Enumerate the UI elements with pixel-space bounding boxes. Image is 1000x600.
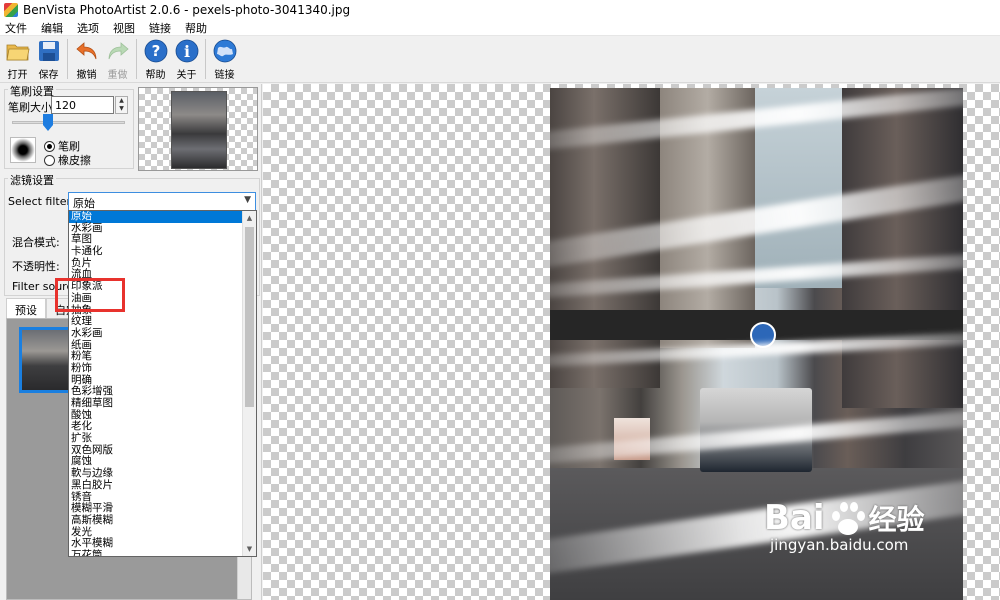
window-title: BenVista PhotoArtist 2.0.6 - pexels-phot…: [23, 3, 351, 17]
eraser-radio-label: 橡皮擦: [58, 154, 91, 167]
filter-option[interactable]: 负片: [69, 257, 256, 270]
app-logo-icon: [4, 3, 18, 17]
folder-open-icon: [6, 44, 29, 61]
filter-option[interactable]: 高斯模糊: [69, 514, 256, 527]
radio-checked-icon: [44, 140, 55, 152]
open-button[interactable]: 打开: [2, 37, 33, 81]
brush-settings-title: 笔刷设置: [8, 83, 56, 99]
help-label: 帮助: [145, 70, 166, 81]
open-label: 打开: [7, 70, 28, 81]
menu-view[interactable]: 视图: [112, 20, 136, 36]
filter-option[interactable]: 扩张: [69, 432, 256, 445]
radio-unchecked-icon: [44, 154, 55, 166]
brush-size-slider[interactable]: [12, 121, 125, 124]
filter-select-value: 原始: [73, 197, 95, 210]
menu-link[interactable]: 链接: [148, 20, 172, 36]
svg-text:i: i: [183, 42, 189, 61]
globe-link-icon: [213, 39, 236, 63]
filter-option[interactable]: 酸蚀: [69, 409, 256, 422]
link-button[interactable]: 链接: [209, 37, 240, 81]
menu-file[interactable]: 文件: [4, 20, 28, 36]
dropdown-scrollbar[interactable]: ▲ ▼: [242, 211, 256, 556]
filter-option[interactable]: 粉饰: [69, 362, 256, 375]
brush-size-label: 笔刷大小:: [8, 101, 56, 114]
spin-down-icon[interactable]: ▼: [116, 105, 127, 113]
svg-text:?: ?: [151, 42, 160, 60]
menu-edit[interactable]: 编辑: [40, 20, 64, 36]
filter-option[interactable]: 原始: [69, 211, 256, 223]
watermark-suffix: 经验: [868, 503, 925, 536]
save-disk-icon: [38, 41, 59, 61]
brush-size-spinner[interactable]: ▲ ▼: [115, 96, 128, 114]
filter-option[interactable]: 双色网版: [69, 444, 256, 457]
title-bar: BenVista PhotoArtist 2.0.6 - pexels-phot…: [0, 0, 1000, 20]
chevron-down-icon: ▼: [244, 195, 251, 205]
blend-mode-label: 混合模式:: [12, 236, 60, 249]
select-filter-label: Select filter:: [8, 195, 75, 208]
annotation-highlight-box: [55, 278, 125, 312]
filter-settings-title: 滤镜设置: [8, 172, 56, 188]
menu-options[interactable]: 选项: [76, 20, 100, 36]
preset-thumbnail[interactable]: [19, 327, 75, 393]
about-button[interactable]: i 关于: [171, 37, 202, 81]
undo-button[interactable]: 撤销: [71, 37, 102, 81]
scroll-down-icon[interactable]: ▼: [243, 542, 256, 556]
undo-label: 撤销: [76, 70, 97, 81]
scroll-up-icon[interactable]: ▲: [243, 211, 256, 225]
brush-preview: [10, 137, 36, 163]
dropdown-scrollbar-thumb[interactable]: [245, 227, 254, 407]
filter-option[interactable]: 卡通化: [69, 245, 256, 258]
toolbar-separator: [136, 39, 137, 79]
redo-button[interactable]: 重做: [102, 37, 133, 81]
redo-arrow-icon: [108, 42, 129, 60]
filter-option[interactable]: 万花筒: [69, 549, 256, 556]
toolbar-separator: [67, 39, 68, 79]
filter-select[interactable]: 原始 ▼: [68, 192, 256, 211]
menu-bar: 文件 编辑 选项 视图 链接 帮助: [0, 20, 1000, 36]
filter-option[interactable]: 粉笔: [69, 351, 256, 363]
brush-size-input[interactable]: [51, 96, 114, 114]
save-label: 保存: [38, 70, 59, 81]
redo-label: 重做: [107, 70, 128, 81]
link-label: 链接: [214, 70, 235, 81]
help-button[interactable]: ? 帮助: [140, 37, 171, 81]
opacity-label: 不透明性:: [12, 260, 60, 273]
filter-option[interactable]: 水彩画: [69, 222, 256, 235]
watermark-url: jingyan.baidu.com: [770, 536, 909, 554]
filter-option[interactable]: 精细草图: [69, 397, 256, 410]
eraser-radio[interactable]: 橡皮擦: [44, 152, 91, 168]
photo-building-right: [842, 88, 963, 408]
navigator-photo: [171, 91, 227, 169]
tab-presets[interactable]: 预设: [6, 298, 46, 318]
help-question-icon: ?: [144, 39, 167, 63]
info-icon: i: [175, 39, 198, 63]
watermark-brand: Bai: [764, 498, 825, 538]
toolbar: 打开 保存 撤销 重做 ? 帮助 i 关于 链接: [0, 37, 1000, 83]
baidu-watermark: Bai 经验 jingyan.baidu.com: [764, 498, 925, 554]
undo-arrow-icon: [75, 42, 96, 60]
save-button[interactable]: 保存: [33, 37, 64, 81]
toolbar-separator: [205, 39, 206, 79]
filter-option[interactable]: 老化: [69, 421, 256, 433]
paw-icon: [828, 499, 866, 537]
navigator-thumbnail[interactable]: [138, 87, 258, 171]
spin-up-icon[interactable]: ▲: [116, 97, 127, 105]
about-label: 关于: [176, 70, 197, 81]
filter-option[interactable]: 水彩画: [69, 327, 256, 340]
menu-help[interactable]: 帮助: [184, 20, 208, 36]
filter-option[interactable]: 黑白胶片: [69, 479, 256, 492]
filter-dropdown-list: 原始 水彩画 草图 卡通化 负片 流血 印象派 油画 抽象 纹理 水彩画 纸画 粉笔 粉饰 明确 色彩增强 精细…: [68, 210, 257, 557]
filter-option[interactable]: 纸画: [69, 339, 256, 352]
